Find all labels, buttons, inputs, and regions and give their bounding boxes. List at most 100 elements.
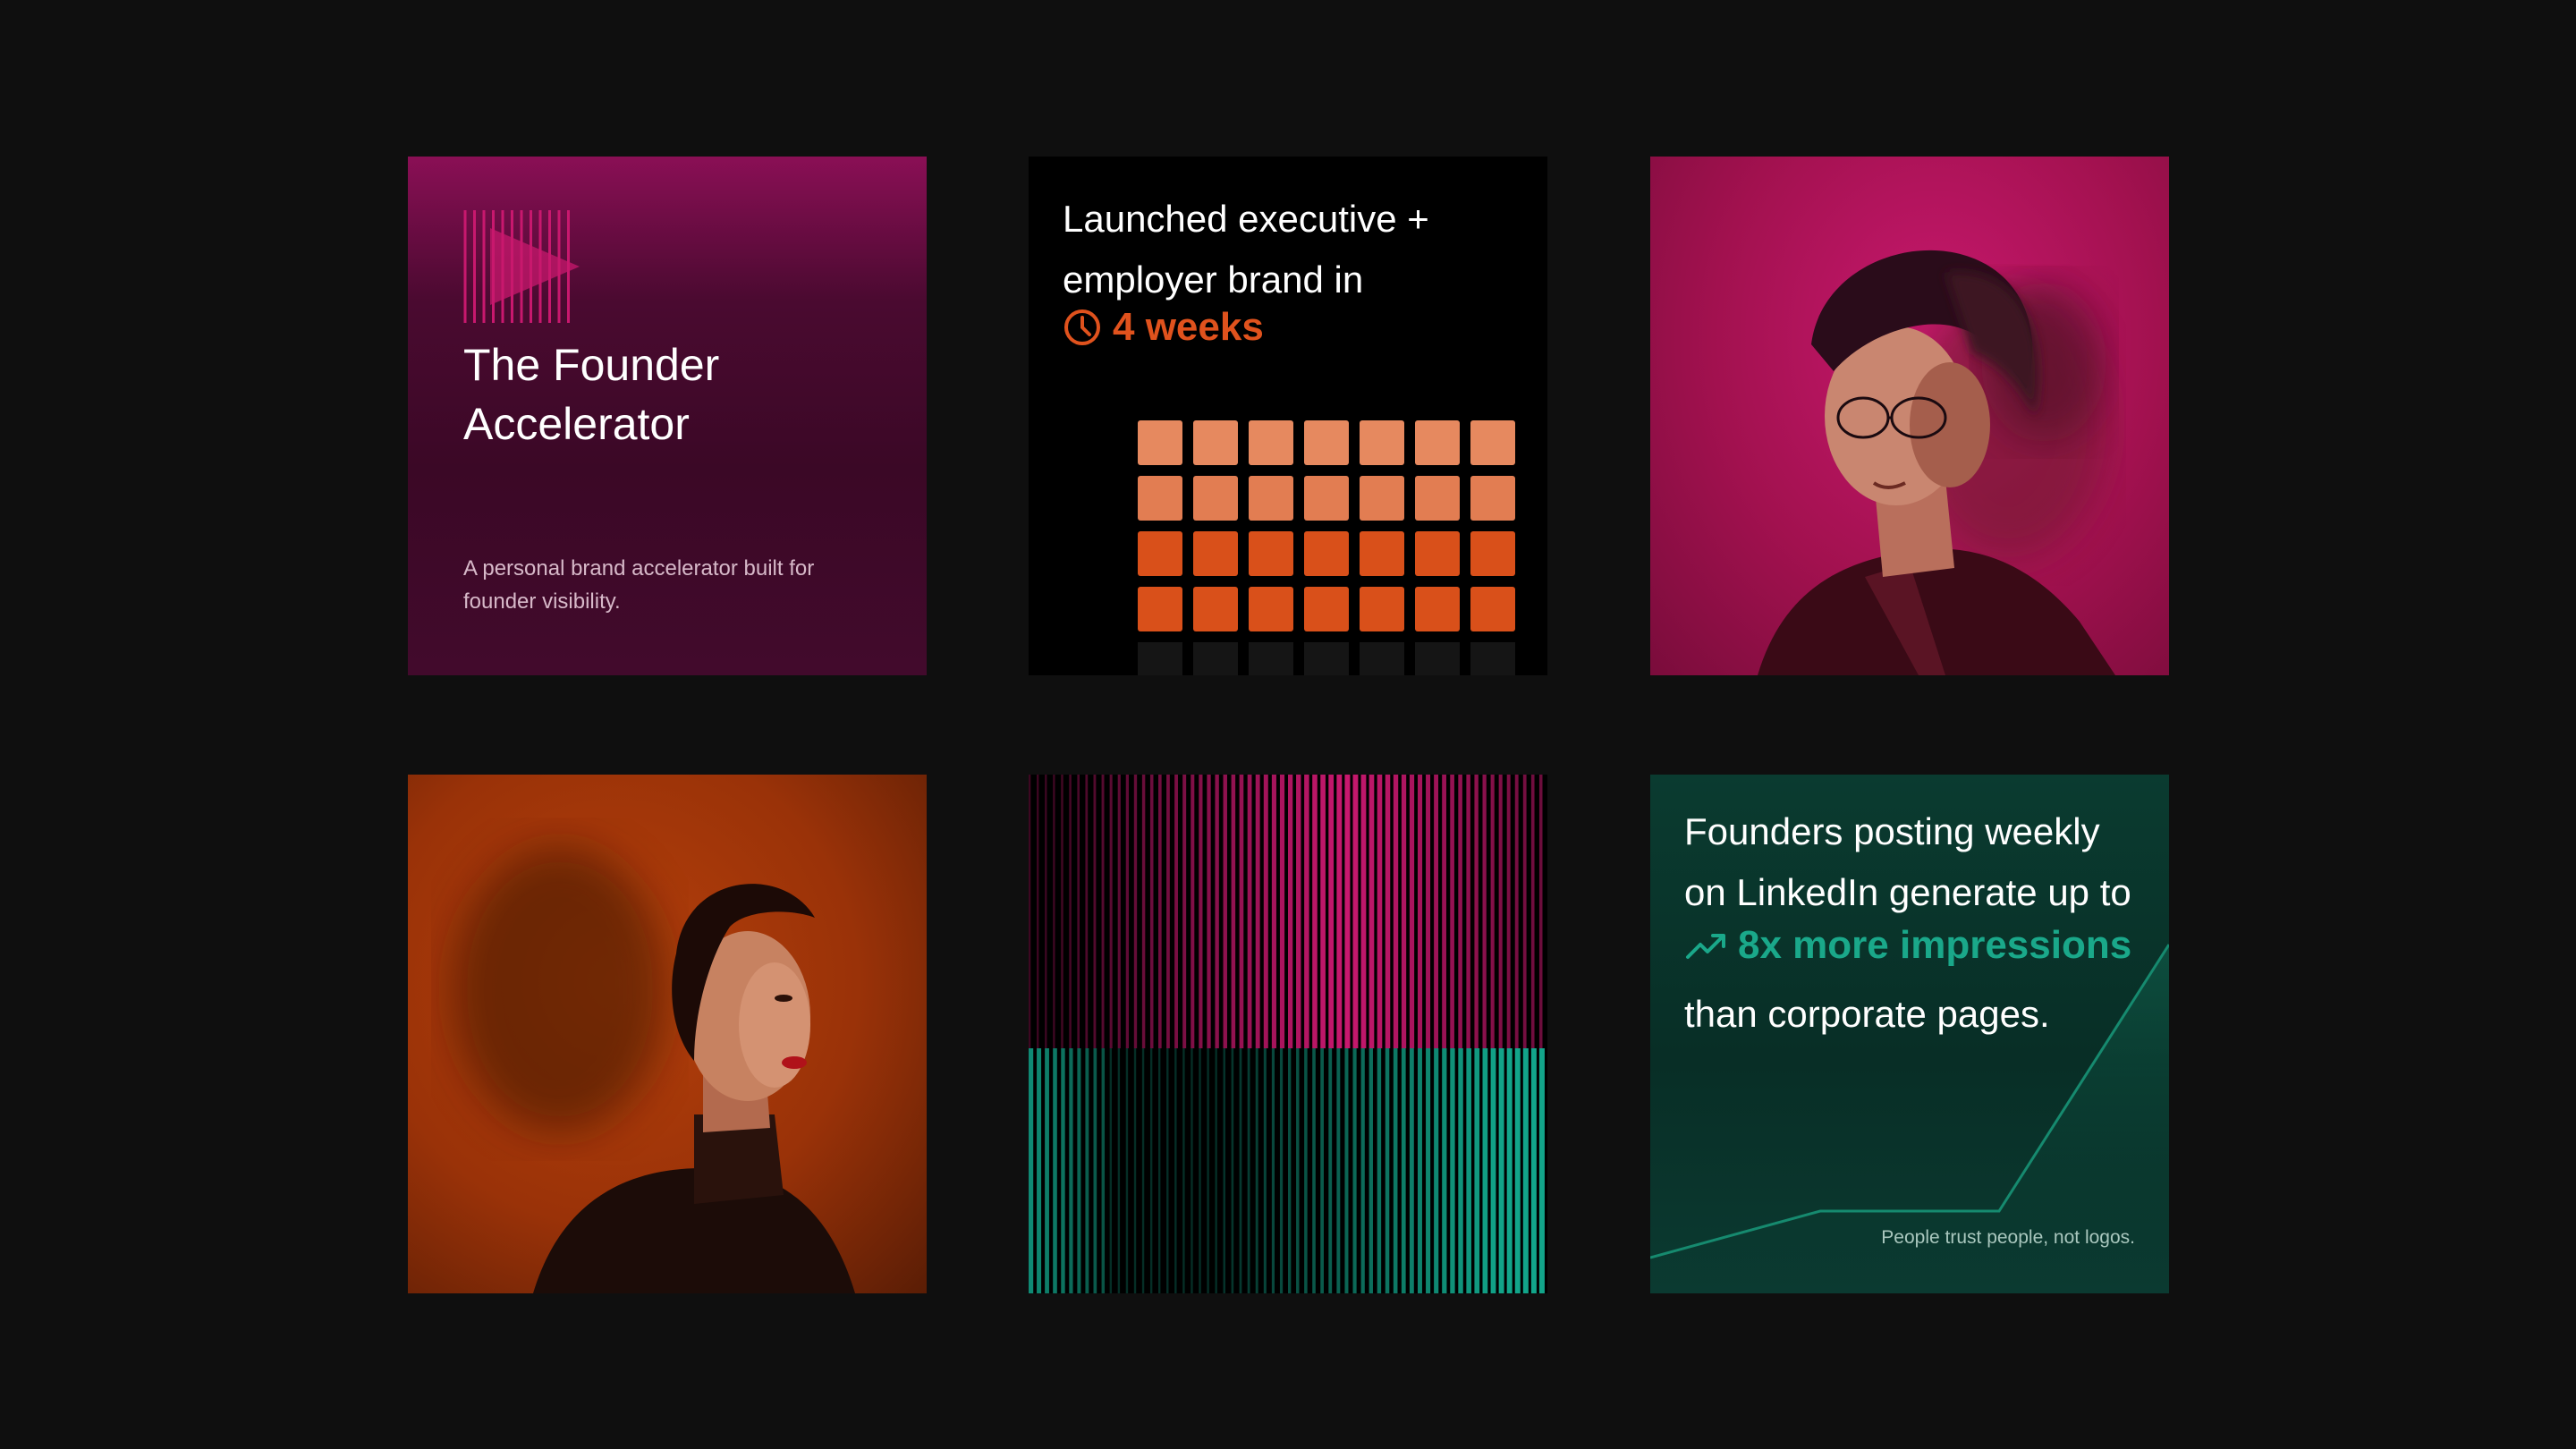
stripe-bottom: [1434, 1048, 1439, 1293]
stripe-top: [1263, 775, 1268, 1048]
stripe-top: [1344, 775, 1351, 1048]
stripe-bottom: [1458, 1048, 1463, 1293]
week-cell: [1249, 420, 1293, 465]
stripes-pattern: [1029, 775, 1545, 1293]
launch-highlight: 4 weeks: [1063, 305, 1264, 350]
stripe-bottom: [1409, 1048, 1414, 1293]
stripe-bottom: [1360, 1048, 1365, 1293]
stripe-bottom: [1174, 1048, 1177, 1293]
week-cell: [1249, 587, 1293, 631]
stripe-bottom: [1418, 1048, 1422, 1293]
stripe-top: [1466, 775, 1470, 1048]
week-cell: [1415, 587, 1460, 631]
stripe-bottom: [1312, 1048, 1316, 1293]
striped-gradient-graphic: [1029, 775, 1547, 1293]
stripe-bottom: [1133, 1048, 1137, 1293]
stripe-top: [1506, 775, 1511, 1048]
play-lines-logo-icon: [463, 210, 580, 323]
week-cell: [1193, 587, 1238, 631]
stripe-top: [1288, 775, 1293, 1048]
stripe-bottom: [1304, 1048, 1308, 1293]
stripe-top: [1352, 775, 1359, 1048]
stripe-top: [1320, 775, 1326, 1048]
stat-line-2: on LinkedIn generate up to: [1684, 871, 2131, 913]
stat-line-1: Founders posting weekly: [1684, 810, 2100, 852]
stripe-bottom: [1506, 1048, 1513, 1293]
stripe-top: [1279, 775, 1285, 1048]
stripe-top: [1514, 775, 1519, 1048]
portrait-photo-woman: [408, 775, 927, 1293]
founder-accelerator-card: The Founder Accelerator A personal brand…: [408, 157, 927, 675]
stripe-bottom: [1426, 1048, 1431, 1293]
stripe-bottom: [1442, 1048, 1447, 1293]
stripe-bottom: [1199, 1048, 1201, 1293]
week-cell: [1249, 531, 1293, 576]
card-description: A personal brand accelerator built for f…: [463, 556, 815, 614]
stripe-top: [1158, 775, 1162, 1048]
stripe-bottom: [1530, 1048, 1537, 1293]
stat-footnote: People trust people, not logos.: [1881, 1227, 2135, 1248]
stripe-top: [1312, 775, 1318, 1048]
title-line-2: Accelerator: [463, 399, 690, 449]
week-cell: [1415, 531, 1460, 576]
stripe-top: [1207, 775, 1211, 1048]
stripe-top: [1125, 775, 1130, 1048]
stripe-top: [1409, 775, 1415, 1048]
linkedin-stat-card: Founders posting weekly on LinkedIn gene…: [1650, 775, 2169, 1293]
stripe-bottom: [1149, 1048, 1153, 1293]
week-cell: [1470, 587, 1515, 631]
stripe-top: [1442, 775, 1446, 1048]
week-cell-faded: [1470, 642, 1515, 675]
stripe-bottom: [1320, 1048, 1324, 1293]
stripe-bottom: [1101, 1048, 1106, 1293]
stripe-bottom: [1182, 1048, 1185, 1293]
stripe-bottom: [1466, 1048, 1471, 1293]
stripe-bottom: [1482, 1048, 1488, 1293]
stripe-bottom: [1037, 1048, 1042, 1293]
headline-line-1: Launched executive +: [1063, 198, 1429, 240]
stripe-bottom: [1328, 1048, 1333, 1293]
week-cell: [1193, 420, 1238, 465]
clock-icon: [1064, 309, 1100, 345]
stripe-bottom: [1207, 1048, 1209, 1293]
week-cell: [1304, 476, 1349, 521]
stripe-top: [1522, 775, 1527, 1048]
stripe-top: [1377, 775, 1383, 1048]
highlight-text: 4 weeks: [1113, 305, 1264, 349]
stripe-top: [1191, 775, 1195, 1048]
week-cell: [1415, 420, 1460, 465]
stripe-top: [1418, 775, 1423, 1048]
week-cell: [1249, 476, 1293, 521]
stripe-top: [1199, 775, 1203, 1048]
week-cell: [1360, 476, 1404, 521]
week-cell-faded: [1249, 642, 1293, 675]
stripe-bottom: [1296, 1048, 1300, 1293]
stripe-bottom: [1125, 1048, 1129, 1293]
stripe-top: [1360, 775, 1367, 1048]
stripe-bottom: [1093, 1048, 1097, 1293]
week-cell-faded: [1415, 642, 1460, 675]
stripe-bottom: [1401, 1048, 1406, 1293]
stripe-bottom: [1336, 1048, 1341, 1293]
week-cell: [1138, 587, 1182, 631]
stripe-top: [1239, 775, 1244, 1048]
stripe-top: [1215, 775, 1219, 1048]
title-line-1: The Founder: [463, 340, 720, 390]
week-cell-faded: [1193, 642, 1238, 675]
headline-line-2: employer brand in: [1063, 258, 1364, 301]
trend-up-icon: [1686, 934, 1725, 959]
stripe-top: [1482, 775, 1487, 1048]
stripe-top: [1255, 775, 1260, 1048]
stripe-bottom: [1368, 1048, 1373, 1293]
stripe-top: [1385, 775, 1391, 1048]
stat-line-4: than corporate pages.: [1684, 993, 2050, 1035]
week-cell: [1138, 476, 1182, 521]
stripe-top: [1458, 775, 1462, 1048]
stripe-bottom: [1474, 1048, 1480, 1293]
stripe-top: [1109, 775, 1113, 1048]
launch-headline: Launched executive + employer brand in: [1063, 189, 1528, 310]
stripe-bottom: [1053, 1048, 1057, 1293]
week-cell: [1360, 531, 1404, 576]
stripe-top: [1045, 775, 1047, 1048]
stripe-bottom: [1450, 1048, 1455, 1293]
